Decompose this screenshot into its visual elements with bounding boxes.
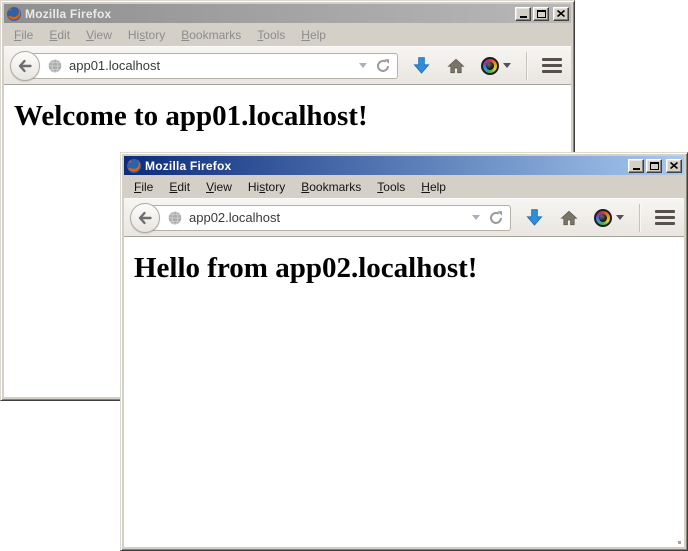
navigation-toolbar: app02.localhost [124,198,684,237]
menu-bar: File Edit View History Bookmarks Tools H… [124,175,684,198]
toolbar-buttons [411,52,562,80]
close-icon [557,10,565,17]
chevron-down-icon[interactable] [359,63,367,68]
hamburger-menu-button[interactable] [655,208,675,227]
dropdown-caret-icon [503,63,511,68]
home-icon[interactable] [559,208,579,228]
menu-bookmarks[interactable]: Bookmarks [173,25,249,45]
url-text: app02.localhost [183,210,468,225]
menu-help[interactable]: Help [293,25,334,45]
maximize-icon [650,162,659,170]
globe-icon[interactable] [47,58,63,74]
menu-tools[interactable]: Tools [249,25,293,45]
resize-grip[interactable] [678,541,681,544]
menu-history[interactable]: History [120,25,173,45]
menu-view[interactable]: View [198,177,240,197]
close-button[interactable] [666,159,682,173]
toolbar-buttons [524,204,675,232]
maximize-button[interactable] [533,7,549,21]
url-text: app01.localhost [63,58,355,73]
menu-edit[interactable]: Edit [41,25,78,45]
back-button[interactable] [130,203,160,233]
download-arrow-icon[interactable] [524,208,544,228]
menu-view[interactable]: View [78,25,120,45]
page-heading: Welcome to app01.localhost! [14,100,571,133]
minimize-button[interactable] [628,159,644,173]
title-bar[interactable]: Mozilla Firefox [4,4,571,23]
url-bar[interactable]: app02.localhost [145,205,511,231]
home-icon[interactable] [446,56,466,76]
menu-bookmarks[interactable]: Bookmarks [293,177,369,197]
back-arrow-icon [17,58,33,74]
close-button[interactable] [553,7,569,21]
addon-button[interactable] [594,209,624,227]
menu-history[interactable]: History [240,177,293,197]
reload-icon[interactable] [488,210,504,226]
firefox-logo-icon [6,6,22,22]
menu-file[interactable]: File [126,177,161,197]
url-bar[interactable]: app01.localhost [25,53,398,79]
addon-button[interactable] [481,57,511,75]
download-arrow-icon[interactable] [411,56,431,76]
window-controls [515,7,569,21]
firefox-logo-icon [126,158,142,174]
back-arrow-icon [137,210,153,226]
chevron-down-icon[interactable] [472,215,480,220]
page-heading: Hello from app02.localhost! [134,252,684,285]
menu-file[interactable]: File [6,25,41,45]
firefox-window-app02: Mozilla Firefox File Edit View History B… [120,152,688,551]
close-icon [670,162,678,169]
menu-tools[interactable]: Tools [369,177,413,197]
reload-icon[interactable] [375,58,391,74]
colorwheel-icon [594,209,612,227]
menu-edit[interactable]: Edit [161,177,198,197]
globe-icon[interactable] [167,210,183,226]
window-controls [628,159,682,173]
window-title: Mozilla Firefox [25,7,512,21]
dropdown-caret-icon [616,215,624,220]
menu-help[interactable]: Help [413,177,454,197]
toolbar-separator [526,52,527,80]
toolbar-separator [639,204,640,232]
minimize-button[interactable] [515,7,531,21]
navigation-toolbar: app01.localhost [4,46,571,85]
title-bar[interactable]: Mozilla Firefox [124,156,684,175]
minimize-icon [633,168,640,170]
maximize-icon [537,10,546,18]
back-button[interactable] [10,51,40,81]
colorwheel-icon [481,57,499,75]
page-content: Hello from app02.localhost! [124,237,684,547]
minimize-icon [520,16,527,18]
menu-bar: File Edit View History Bookmarks Tools H… [4,23,571,46]
window-title: Mozilla Firefox [145,159,625,173]
hamburger-menu-button[interactable] [542,56,562,75]
maximize-button[interactable] [646,159,662,173]
